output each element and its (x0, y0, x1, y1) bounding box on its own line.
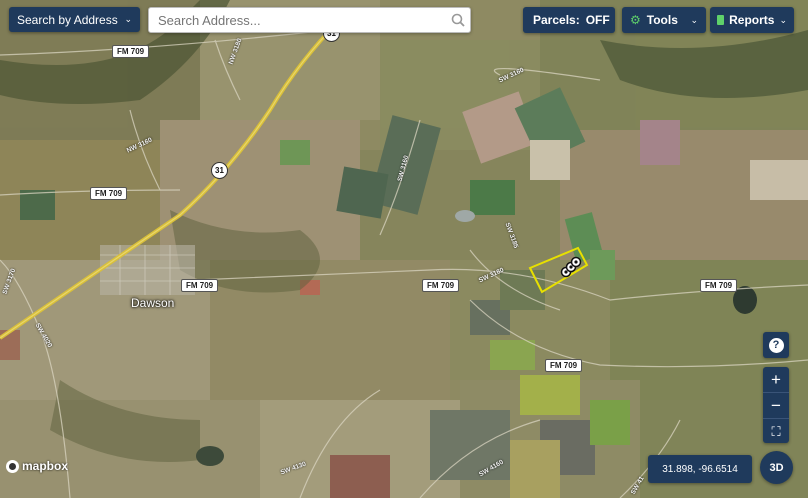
help-button[interactable]: ? (763, 332, 789, 358)
reports-label: Reports (729, 13, 775, 27)
reports-dropdown[interactable]: Reports ⌄ (710, 7, 794, 33)
zoom-controls: + − ⛶ (763, 367, 789, 443)
search-box (148, 7, 471, 33)
satellite-map[interactable]: FM 709 FM 709 FM 709 FM 709 FM 709 FM 70… (0, 0, 808, 498)
road-label-fm709: FM 709 (90, 187, 128, 200)
town-label: Dawson (131, 296, 175, 310)
coordinates-readout: 31.898, -96.6514 (648, 455, 752, 483)
mapbox-icon (6, 459, 19, 473)
search-input[interactable] (149, 8, 446, 32)
map-imagery (0, 0, 808, 498)
tools-label: Tools (646, 13, 678, 27)
report-icon (717, 15, 725, 25)
road-label-fm709: FM 709 (181, 279, 219, 292)
search-mode-dropdown[interactable]: Search by Address ⌄ (9, 7, 140, 32)
chevron-down-icon: ⌄ (124, 14, 132, 24)
road-label-fm709: FM 709 (422, 279, 460, 292)
help-icon: ? (768, 337, 784, 353)
parcels-state: OFF (585, 13, 610, 27)
3d-toggle-button[interactable]: 3D (760, 451, 793, 484)
road-label-fm709: FM 709 (545, 359, 583, 372)
tools-dropdown[interactable]: ⚙ Tools ⌄ (622, 7, 706, 33)
zoom-out-button[interactable]: − (763, 393, 789, 419)
chevron-down-icon: ⌄ (690, 14, 698, 25)
parcels-label: Parcels: (533, 13, 580, 27)
search-icon[interactable] (446, 13, 470, 27)
mapbox-logo[interactable]: mapbox (6, 459, 68, 473)
parcels-toggle[interactable]: Parcels: OFF (523, 7, 615, 33)
gear-icon: ⚙ (630, 13, 641, 27)
road-label-fm709: FM 709 (112, 45, 150, 58)
road-label-fm709: FM 709 (700, 279, 738, 292)
zoom-in-button[interactable]: + (763, 367, 789, 393)
search-mode-label: Search by Address (17, 12, 118, 27)
fullscreen-button[interactable]: ⛶ (763, 419, 789, 444)
highway-shield: 31 (211, 162, 228, 179)
chevron-down-icon: ⌄ (779, 14, 787, 25)
mapbox-wordmark: mapbox (22, 459, 69, 473)
